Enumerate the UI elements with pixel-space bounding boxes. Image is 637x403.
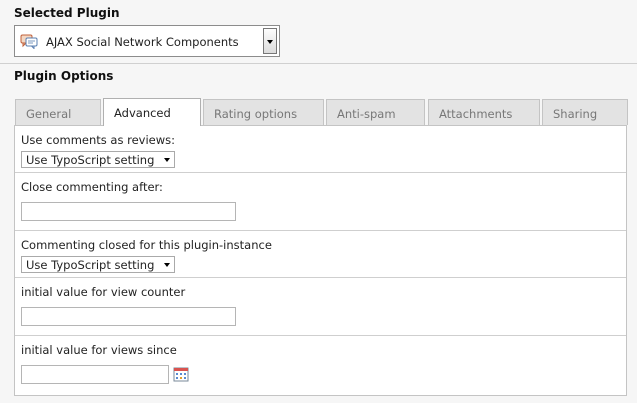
use-comments-as-reviews-label: Use comments as reviews: — [21, 133, 176, 147]
tab-attachments[interactable]: Attachments — [428, 99, 540, 125]
calendar-icon[interactable] — [173, 366, 189, 382]
tab-rating-options[interactable]: Rating options — [203, 99, 324, 125]
plugin-select[interactable]: AJAX Social Network Components — [14, 25, 280, 57]
field-row-views-since: initial value for views since — [15, 335, 626, 396]
field-row-commenting-closed: Commenting closed for this plugin-instan… — [15, 230, 626, 278]
chevron-down-icon[interactable] — [263, 28, 277, 54]
use-comments-as-reviews-value: Use TypoScript setting — [26, 153, 155, 167]
tab-general[interactable]: General — [15, 99, 101, 125]
commenting-closed-select[interactable]: Use TypoScript setting — [21, 256, 175, 273]
use-comments-as-reviews-select[interactable]: Use TypoScript setting — [21, 151, 175, 168]
view-counter-input[interactable] — [21, 307, 236, 326]
plugin-options-heading: Plugin Options — [14, 69, 114, 83]
plugin-options-panel: Use comments as reviews: Use TypoScript … — [14, 125, 627, 396]
selected-plugin-heading: Selected Plugin — [14, 6, 120, 20]
chevron-down-icon — [164, 263, 170, 267]
tab-anti-spam[interactable]: Anti-spam — [326, 99, 425, 125]
tab-sharing[interactable]: Sharing — [542, 99, 628, 125]
field-row-use-comments-as-reviews: Use comments as reviews: Use TypoScript … — [15, 126, 626, 172]
close-commenting-after-label: Close commenting after: — [21, 180, 163, 194]
commenting-closed-value: Use TypoScript setting — [26, 258, 155, 272]
field-row-view-counter: initial value for view counter — [15, 277, 626, 336]
plugin-comment-icon — [20, 34, 38, 49]
view-counter-label: initial value for view counter — [21, 285, 186, 299]
views-since-label: initial value for views since — [21, 343, 177, 357]
plugin-select-value: AJAX Social Network Components — [46, 35, 239, 49]
close-commenting-after-input[interactable] — [21, 202, 236, 221]
divider — [0, 63, 637, 64]
field-row-close-commenting-after: Close commenting after: — [15, 172, 626, 231]
commenting-closed-label: Commenting closed for this plugin-instan… — [21, 238, 272, 252]
chevron-down-icon — [164, 158, 170, 162]
views-since-input[interactable] — [21, 365, 169, 384]
tab-advanced[interactable]: Advanced — [103, 98, 201, 126]
